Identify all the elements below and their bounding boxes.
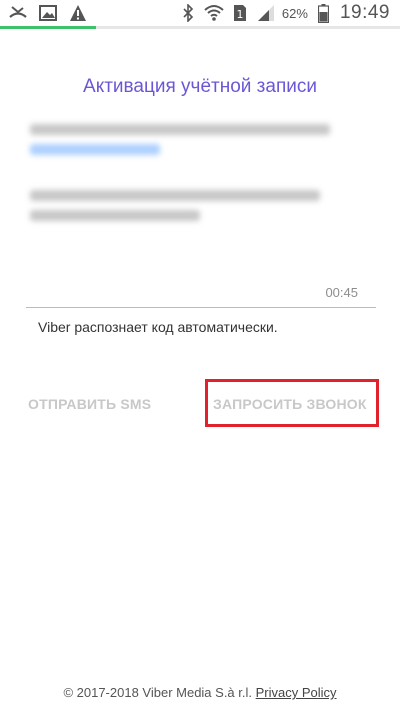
battery-icon [314, 3, 334, 23]
image-icon [38, 3, 58, 23]
obscured-line [30, 190, 320, 201]
privacy-policy-link[interactable]: Privacy Policy [256, 685, 337, 700]
copyright-text: © 2017-2018 Viber Media S.à r.l. [63, 685, 253, 700]
auto-detect-hint: Viber распознает код автоматически. [38, 319, 278, 335]
status-bar-right: 1 62% 19:49 [178, 2, 390, 24]
activation-progress-bar [0, 26, 400, 29]
code-input-underline[interactable] [26, 307, 376, 308]
bluetooth-icon [178, 3, 198, 23]
status-bar-left [8, 3, 88, 23]
wifi-icon [204, 3, 224, 23]
sim-icon: 1 [230, 3, 250, 23]
send-sms-button[interactable]: ОТПРАВИТЬ SMS [28, 396, 151, 412]
obscured-line [30, 210, 200, 221]
battery-percent: 62% [281, 5, 308, 21]
clock: 19:49 [339, 2, 390, 23]
request-call-button[interactable]: ЗАПРОСИТЬ ЗВОНОК [213, 396, 367, 412]
sim-label: 1 [236, 8, 243, 21]
obscured-message [30, 124, 340, 164]
obscured-line [30, 124, 330, 135]
page-title: Активация учётной записи [83, 76, 317, 97]
status-bar: 1 62% 19:49 [0, 0, 400, 26]
obscured-instructions [30, 190, 340, 230]
warning-icon [68, 3, 88, 23]
signal-icon [256, 3, 276, 23]
activation-progress-fill [0, 26, 96, 29]
missed-call-icon [8, 3, 28, 23]
footer: © 2017-2018 Viber Media S.à r.l. Privacy… [0, 685, 400, 700]
obscured-phone-link [30, 144, 160, 155]
countdown-timer: 00:45 [325, 285, 358, 300]
